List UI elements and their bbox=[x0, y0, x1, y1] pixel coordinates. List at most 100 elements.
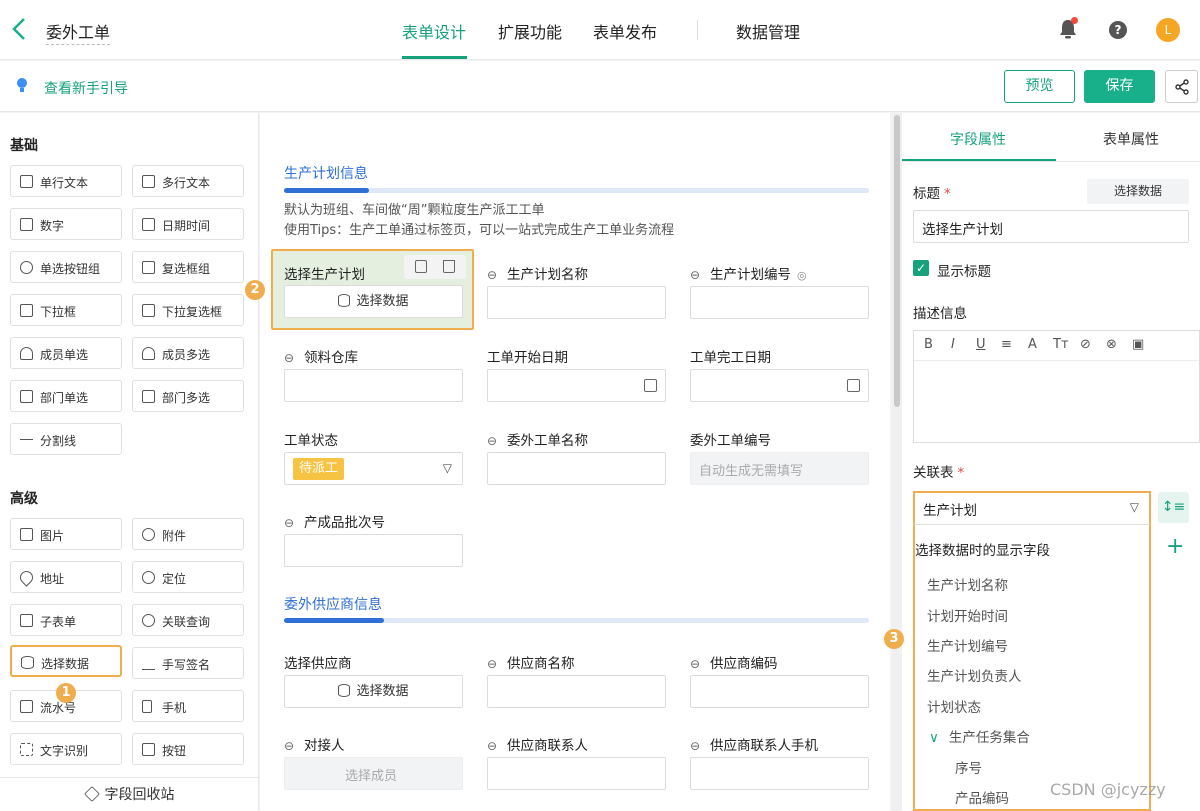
display-field-item[interactable]: 计划开始时间 bbox=[927, 605, 1008, 625]
display-field-item[interactable]: 计划状态 bbox=[927, 696, 981, 716]
title-input[interactable]: 选择生产计划 bbox=[913, 210, 1189, 243]
link-icon: ⊖ bbox=[487, 657, 498, 671]
plan-code-input[interactable] bbox=[690, 286, 869, 319]
scan-icon bbox=[20, 743, 33, 756]
subtable-group[interactable]: ∨ 生产任务集合 bbox=[929, 726, 1030, 746]
canvas-scrollbar[interactable] bbox=[892, 113, 902, 811]
tab-form-properties[interactable]: 表单属性 bbox=[1103, 129, 1159, 149]
order-name-input[interactable] bbox=[487, 452, 666, 485]
image-icon[interactable]: ▣ bbox=[1132, 337, 1144, 352]
supplier-code-input[interactable] bbox=[690, 675, 869, 708]
save-button[interactable]: 保存 bbox=[1084, 70, 1155, 103]
underline-button[interactable]: U bbox=[976, 337, 986, 352]
end-date-input[interactable] bbox=[690, 369, 869, 402]
app-title[interactable]: 委外工单 bbox=[46, 19, 111, 45]
supplier-name-input[interactable] bbox=[487, 675, 666, 708]
select-data-button[interactable]: 选择数据 bbox=[284, 285, 463, 318]
batch-input[interactable] bbox=[284, 534, 463, 567]
form-canvas: 生产计划信息 默认为班组、车间做“周”颗粒度生产派工工单 使用Tips：生产工单… bbox=[245, 113, 890, 811]
comp-signature[interactable]: 手写签名 bbox=[132, 647, 244, 679]
active-tab-indicator bbox=[402, 56, 467, 59]
avatar[interactable]: L bbox=[1156, 18, 1180, 42]
comp-image[interactable]: 图片 bbox=[10, 518, 122, 550]
field-recycle-bin[interactable]: 字段回收站 bbox=[0, 777, 259, 811]
comp-multi-line-text[interactable]: 多行文本 bbox=[132, 165, 244, 197]
add-icon[interactable]: + bbox=[1166, 534, 1184, 559]
editor-toolbar: B I U ≡ A Tт ⊘ ⊗ ▣ bbox=[914, 331, 1199, 361]
comp-number[interactable]: 数字 bbox=[10, 208, 122, 240]
unlink-icon[interactable]: ⊗ bbox=[1106, 337, 1117, 352]
font-size-button[interactable]: Tт bbox=[1053, 337, 1069, 352]
comp-button[interactable]: 按钮 bbox=[132, 733, 244, 765]
preview-button[interactable]: 预览 bbox=[1004, 70, 1075, 103]
font-color-button[interactable]: A bbox=[1028, 337, 1037, 352]
start-date-input[interactable] bbox=[487, 369, 666, 402]
tab-form-design[interactable]: 表单设计 bbox=[402, 19, 466, 43]
back-arrow-icon[interactable] bbox=[10, 16, 32, 44]
comp-attachment[interactable]: 附件 bbox=[132, 518, 244, 550]
database-icon bbox=[338, 294, 351, 307]
beginner-guide-link[interactable]: 查看新手引导 bbox=[44, 78, 128, 98]
tab-data-management[interactable]: 数据管理 bbox=[736, 19, 800, 43]
comp-radio-group[interactable]: 单选按钮组 bbox=[10, 251, 122, 283]
link-icon[interactable]: ⊘ bbox=[1080, 337, 1091, 352]
tab-field-properties[interactable]: 字段属性 bbox=[950, 129, 1006, 149]
comp-checkbox-group[interactable]: 复选框组 bbox=[132, 251, 244, 283]
group-title-supplier[interactable]: 委外供应商信息 bbox=[284, 594, 382, 614]
link-icon: ⊖ bbox=[690, 268, 701, 282]
select-data-small-button[interactable]: 选择数据 bbox=[1087, 179, 1189, 204]
display-field-item[interactable]: 生产计划名称 bbox=[927, 574, 1008, 594]
align-button[interactable]: ≡ bbox=[1001, 337, 1012, 352]
comp-subform[interactable]: 子表单 bbox=[10, 604, 122, 636]
supplier-contact-input[interactable] bbox=[487, 757, 666, 790]
trash-icon[interactable] bbox=[443, 260, 455, 273]
bold-button[interactable]: B bbox=[924, 337, 933, 352]
warehouse-input[interactable] bbox=[284, 369, 463, 402]
comp-related-query[interactable]: 关联查询 bbox=[132, 604, 244, 636]
link-icon: ⊖ bbox=[284, 351, 295, 365]
field-label-batch: ⊖ 产成品批次号 bbox=[284, 515, 385, 531]
display-field-item[interactable]: 生产计划负责人 bbox=[927, 665, 1022, 685]
help-icon[interactable]: ? bbox=[1109, 21, 1127, 39]
copy-icon[interactable] bbox=[415, 260, 427, 273]
comp-datetime[interactable]: 日期时间 bbox=[132, 208, 244, 240]
link-icon: ⊖ bbox=[284, 739, 295, 753]
table-icon bbox=[20, 614, 33, 627]
field-label-order-name: ⊖ 委外工单名称 bbox=[487, 433, 588, 449]
plan-name-input[interactable] bbox=[487, 286, 666, 319]
field-label-contact: ⊖ 对接人 bbox=[284, 738, 345, 754]
comp-location[interactable]: 定位 bbox=[132, 561, 244, 593]
calendar-icon bbox=[847, 379, 860, 392]
display-field-item[interactable]: 生产计划编号 bbox=[927, 635, 1008, 655]
sort-fields-icon[interactable]: ↕≡ bbox=[1158, 492, 1189, 523]
comp-department-single[interactable]: 部门单选 bbox=[10, 380, 122, 412]
contact-input[interactable]: 选择成员 bbox=[284, 757, 463, 790]
show-title-checkbox[interactable]: ✓ bbox=[913, 260, 929, 276]
status-select[interactable]: 待派工 ▽ bbox=[284, 452, 463, 485]
comp-department-multi[interactable]: 部门多选 bbox=[132, 380, 244, 412]
comp-single-line-text[interactable]: 单行文本 bbox=[10, 165, 122, 197]
comp-member-multi[interactable]: 成员多选 bbox=[132, 337, 244, 369]
comp-select-data[interactable]: 选择数据 bbox=[10, 645, 122, 677]
select-supplier-button[interactable]: 选择数据 bbox=[284, 675, 463, 708]
group-title-plan[interactable]: 生产计划信息 bbox=[284, 163, 368, 183]
comp-divider[interactable]: 分割线 bbox=[10, 423, 122, 455]
field-label-select-supplier: 选择供应商 bbox=[284, 656, 352, 672]
share-button[interactable] bbox=[1165, 70, 1198, 103]
comp-phone[interactable]: 手机 bbox=[132, 690, 244, 722]
relation-table-label: 关联表 * bbox=[913, 465, 965, 481]
description-editor[interactable]: B I U ≡ A Tт ⊘ ⊗ ▣ bbox=[913, 330, 1200, 443]
comp-ocr[interactable]: 文字识别 bbox=[10, 733, 122, 765]
tab-extensions[interactable]: 扩展功能 bbox=[498, 19, 562, 43]
comp-address[interactable]: 地址 bbox=[10, 561, 122, 593]
italic-button[interactable]: I bbox=[951, 337, 955, 352]
subtable-field-item[interactable]: 产品编码 bbox=[955, 787, 1009, 807]
subtable-field-item[interactable]: 序号 bbox=[955, 757, 982, 777]
field-label-supplier-phone: ⊖ 供应商联系人手机 bbox=[690, 738, 818, 754]
tab-form-publish[interactable]: 表单发布 bbox=[593, 19, 657, 43]
comp-multi-dropdown[interactable]: 下拉复选框 bbox=[132, 294, 244, 326]
supplier-phone-input[interactable] bbox=[690, 757, 869, 790]
comp-dropdown[interactable]: 下拉框 bbox=[10, 294, 122, 326]
relation-table-select[interactable]: 生产计划 ▽ bbox=[913, 491, 1151, 524]
comp-member-single[interactable]: 成员单选 bbox=[10, 337, 122, 369]
